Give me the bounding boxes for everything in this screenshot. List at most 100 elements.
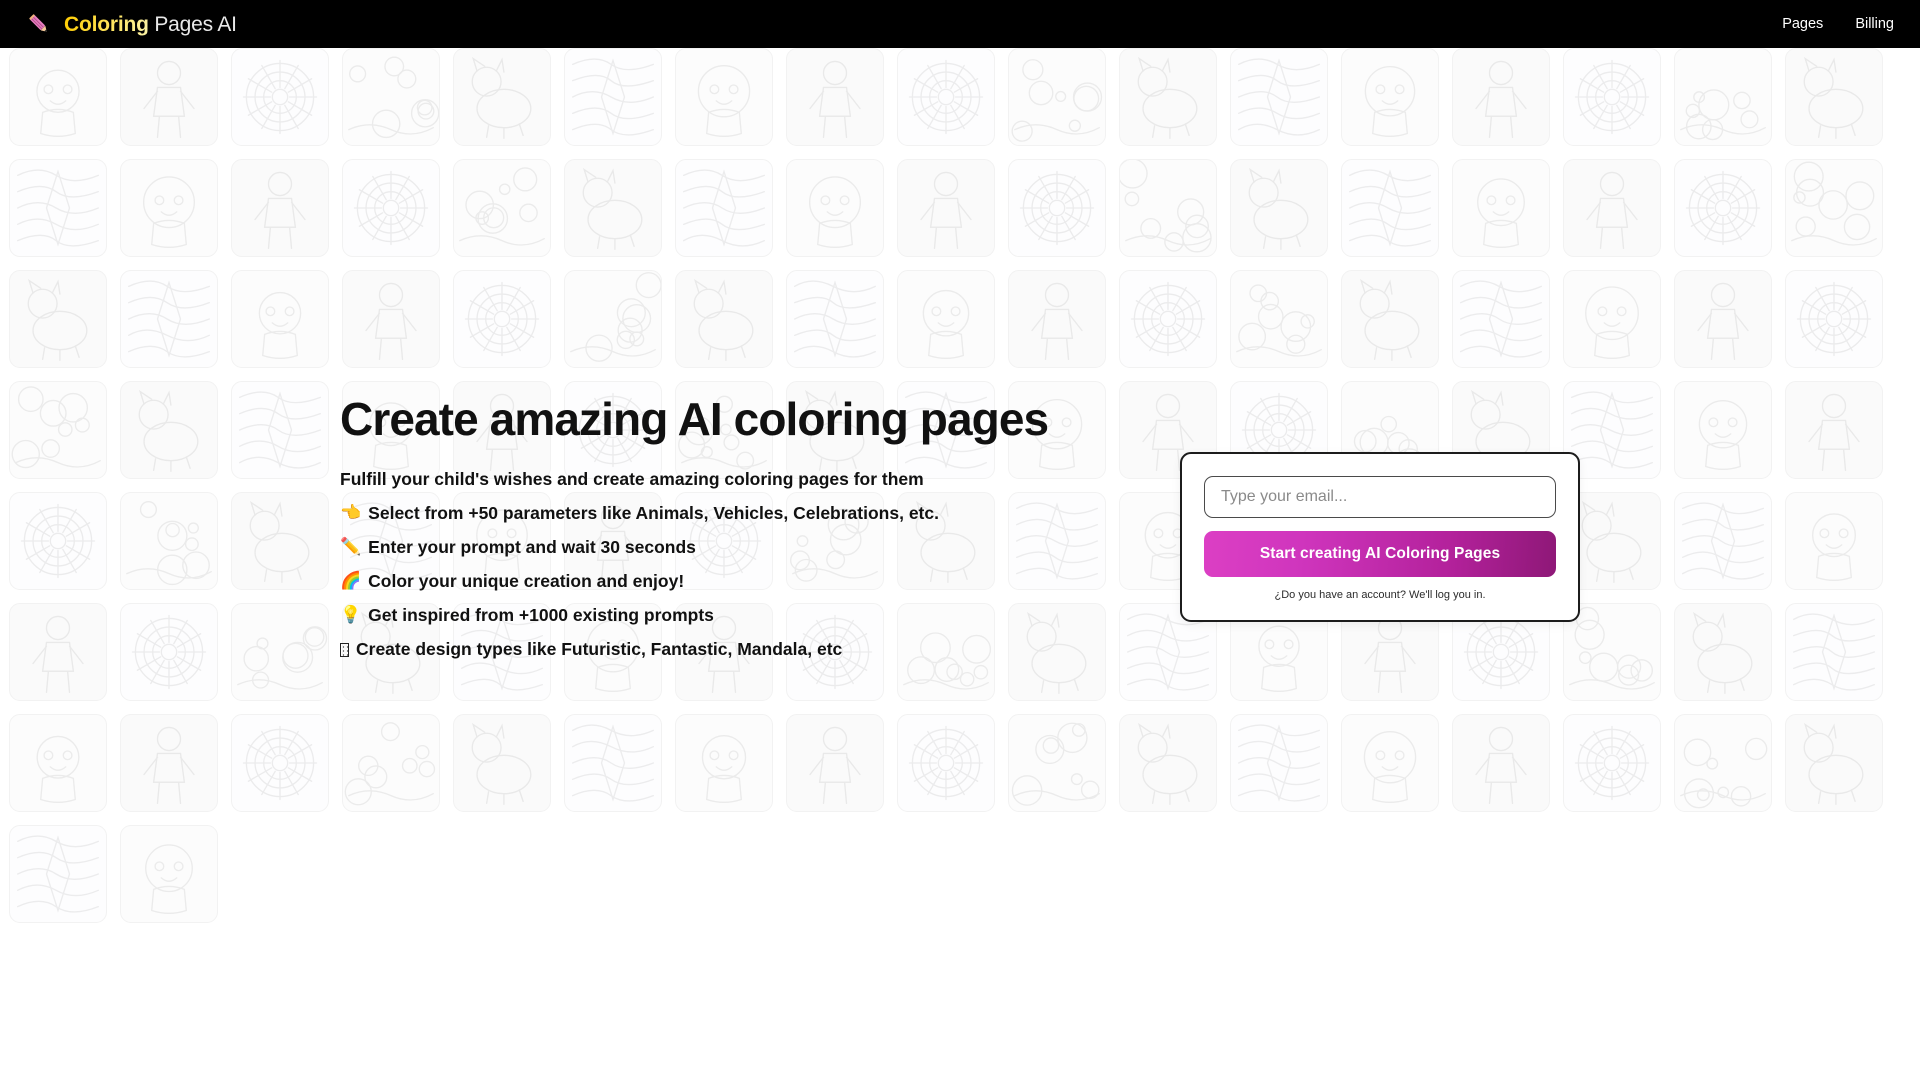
- thumbnail-card: [1119, 714, 1217, 812]
- thumbnail-card: [9, 603, 107, 701]
- thumbnail-card: [1674, 159, 1772, 257]
- nav-links: Pages Billing: [1782, 17, 1894, 32]
- thumbnail-card: [120, 603, 218, 701]
- thumbnail-card: [453, 159, 551, 257]
- thumbnail-card: [675, 159, 773, 257]
- feature-item: ✏️ Enter your prompt and wait 30 seconds: [340, 530, 1170, 564]
- thumbnail-card: [231, 714, 329, 812]
- rainbow-icon: 🌈: [340, 571, 362, 591]
- thumbnail-card: [1674, 270, 1772, 368]
- thumbnail-card: [342, 270, 440, 368]
- thumbnail-card: [1674, 714, 1772, 812]
- thumbnail-card: [1008, 714, 1106, 812]
- thumbnail-card: [231, 603, 329, 701]
- lightbulb-icon: 💡: [340, 605, 362, 625]
- thumbnail-card: [1785, 492, 1883, 590]
- thumbnail-card: [564, 270, 662, 368]
- landing-page: Coloring Pages AI Pages Billing Create a…: [0, 0, 1920, 1080]
- thumbnail-card: [786, 48, 884, 146]
- thumbnail-card: [231, 492, 329, 590]
- thumbnail-card: [1230, 159, 1328, 257]
- thumbnail-card: [1674, 492, 1772, 590]
- thumbnail-card: [453, 714, 551, 812]
- thumbnail-card: [1008, 48, 1106, 146]
- thumbnail-card: [120, 381, 218, 479]
- thumbnail-card: [342, 159, 440, 257]
- thumbnail-card: [231, 159, 329, 257]
- thumbnail-card: [120, 492, 218, 590]
- top-navbar: Coloring Pages AI Pages Billing: [0, 0, 1920, 48]
- thumbnail-card: [1341, 48, 1439, 146]
- thumbnail-card: [1563, 48, 1661, 146]
- pointing-hand-icon: 👈: [340, 503, 362, 523]
- thumbnail-card: [897, 714, 995, 812]
- thumbnail-card: [120, 714, 218, 812]
- thumbnail-card: [1119, 159, 1217, 257]
- thumbnail-card: [564, 159, 662, 257]
- thumbnail-card: [1785, 603, 1883, 701]
- thumbnail-card: [1674, 48, 1772, 146]
- thumbnail-card: [1341, 270, 1439, 368]
- page-title: Create amazing AI coloring pages: [340, 393, 1049, 445]
- thumbnail-card: [786, 159, 884, 257]
- thumbnail-card: [1452, 159, 1550, 257]
- pencil-icon: ✏️: [340, 537, 362, 557]
- feature-item: 💡 Get inspired from +1000 existing prompt…: [340, 598, 1170, 632]
- thumbnail-card: [1008, 270, 1106, 368]
- thumbnail-card: [1674, 603, 1772, 701]
- thumbnail-card: [453, 48, 551, 146]
- thumbnail-card: [675, 270, 773, 368]
- nav-link-pages[interactable]: Pages: [1782, 17, 1823, 32]
- thumbnail-card: [231, 381, 329, 479]
- thumbnail-card: [1341, 159, 1439, 257]
- feature-text: Color your unique creation and enjoy!: [368, 570, 685, 591]
- thumbnail-card: [1563, 270, 1661, 368]
- thumbnail-card: [897, 48, 995, 146]
- thumbnail-card: [1785, 159, 1883, 257]
- feature-text: Fulfill your child's wishes and create a…: [340, 468, 924, 489]
- brand-title: Coloring Pages AI: [64, 14, 237, 35]
- thumbnail-card: [1785, 48, 1883, 146]
- thumbnail-card: [1230, 270, 1328, 368]
- thumbnail-card: [120, 270, 218, 368]
- feature-item: Create design types like Futuristic, Fan…: [340, 632, 1170, 666]
- nav-link-billing[interactable]: Billing: [1855, 17, 1894, 32]
- feature-text: Select from +50 parameters like Animals,…: [368, 502, 939, 523]
- thumbnail-card: [1230, 48, 1328, 146]
- feature-text: Create design types like Futuristic, Fan…: [356, 638, 843, 659]
- thumbnail-card: [120, 825, 218, 923]
- thumbnail-card: [897, 159, 995, 257]
- email-field[interactable]: [1204, 476, 1556, 518]
- feature-list: Fulfill your child's wishes and create a…: [340, 462, 1170, 666]
- thumbnail-card: [453, 270, 551, 368]
- thumbnail-card: [9, 714, 107, 812]
- thumbnail-card: [675, 48, 773, 146]
- hero-section: Create amazing AI coloring pages Fulfill…: [340, 395, 1170, 666]
- thumbnail-card: [1785, 270, 1883, 368]
- thumbnail-card: [1119, 48, 1217, 146]
- thumbnail-card: [1785, 714, 1883, 812]
- thumbnail-card: [564, 48, 662, 146]
- thumbnail-card: [342, 48, 440, 146]
- pencil-icon: [26, 11, 52, 37]
- brand-title-strong: Coloring: [64, 12, 149, 36]
- feature-intro: Fulfill your child's wishes and create a…: [340, 462, 1170, 496]
- thumbnail-card: [1563, 714, 1661, 812]
- thumbnail-card: [1563, 159, 1661, 257]
- thumbnail-card: [1119, 270, 1217, 368]
- thumbnail-card: [9, 381, 107, 479]
- brand-title-light: Pages AI: [148, 12, 237, 36]
- thumbnail-card: [1341, 714, 1439, 812]
- feature-item: 👈 Select from +50 parameters like Animals…: [340, 496, 1170, 530]
- missing-glyph-icon: [340, 642, 349, 657]
- login-hint: ¿Do you have an account? We'll log you i…: [1274, 589, 1486, 601]
- thumbnail-card: [231, 270, 329, 368]
- feature-text: Get inspired from +1000 existing prompts: [368, 604, 714, 625]
- start-creating-button[interactable]: Start creating AI Coloring Pages: [1204, 531, 1556, 577]
- signup-card: Start creating AI Coloring Pages ¿Do you…: [1180, 452, 1580, 623]
- thumbnail-card: [9, 159, 107, 257]
- brand-logo[interactable]: Coloring Pages AI: [26, 11, 237, 37]
- feature-item: 🌈 Color your unique creation and enjoy!: [340, 564, 1170, 598]
- thumbnail-card: [1230, 714, 1328, 812]
- thumbnail-card: [786, 714, 884, 812]
